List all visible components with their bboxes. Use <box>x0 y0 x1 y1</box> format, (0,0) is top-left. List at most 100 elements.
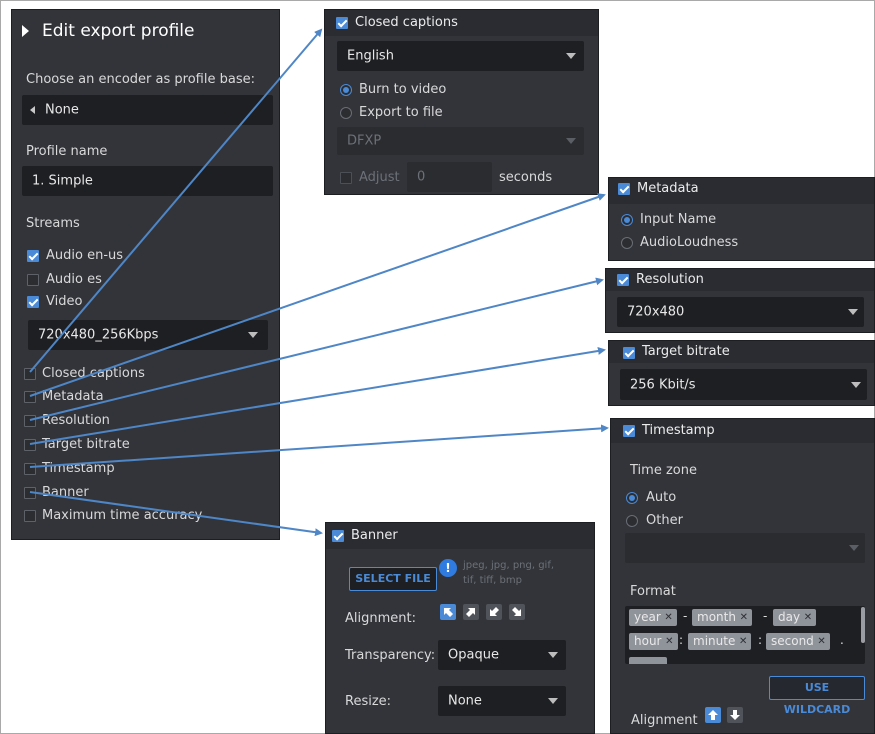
resolution-select[interactable]: 720x480 <box>617 297 864 327</box>
close-icon[interactable]: ✕ <box>739 633 747 650</box>
language-select[interactable]: English <box>337 41 584 71</box>
resolution-enable-checkbox[interactable] <box>617 274 629 286</box>
maximum-time-accuracy-checkbox[interactable] <box>24 510 36 522</box>
resize-select[interactable]: None <box>438 686 566 716</box>
align-top-right-icon[interactable] <box>463 604 479 620</box>
caption-format-select[interactable]: DFXP <box>337 127 584 155</box>
format-token[interactable]: month ✕ <box>692 609 752 626</box>
use-wildcard-button[interactable]: USE WILDCARD <box>769 676 865 716</box>
timestamp-panel: Timestamp Time zone Auto Other Format ye… <box>610 418 875 734</box>
target-bitrate-checkbox[interactable] <box>24 439 36 451</box>
banner-checkbox[interactable] <box>24 487 36 499</box>
metadata-enable-checkbox[interactable] <box>618 183 630 195</box>
format-token-editor[interactable]: year ✕ - month ✕ - day ✕ hour ✕ : minute ✕ : … <box>625 606 865 664</box>
resolution-label: Resolution <box>42 413 110 428</box>
resize-label: Resize: <box>345 694 392 709</box>
close-icon[interactable]: ✕ <box>740 609 748 626</box>
encoder-value: None <box>45 102 79 118</box>
other-timezone-radio[interactable] <box>626 515 638 527</box>
seconds-label: seconds <box>499 170 553 185</box>
encoder-label: Choose an encoder as profile base: <box>26 72 255 87</box>
select-file-button[interactable]: SELECT FILE <box>349 567 437 591</box>
export-to-file-radio[interactable] <box>340 107 352 119</box>
format-token[interactable]: year ✕ <box>629 609 677 626</box>
closed-captions-label: Closed captions <box>42 366 145 381</box>
transparency-select[interactable]: Opaque <box>438 640 566 670</box>
audioloudness-radio[interactable] <box>621 237 633 249</box>
metadata-title: Metadata <box>637 181 699 196</box>
edit-export-profile-panel: Edit export profile Choose an encoder as… <box>11 9 280 540</box>
closed-captions-enable-checkbox[interactable] <box>336 17 348 29</box>
chevron-down-icon <box>566 138 576 144</box>
video-checkbox[interactable] <box>27 296 39 308</box>
align-bottom-left-icon[interactable] <box>486 604 502 620</box>
token-second-text: second <box>771 634 814 648</box>
align-top-left-icon[interactable] <box>440 604 456 620</box>
banner-panel: Banner SELECT FILE ! jpeg, jpg, png, gif… <box>325 522 595 734</box>
file-types-line1: jpeg, jpg, png, gif, <box>463 560 555 571</box>
audio-es-checkbox[interactable] <box>27 274 39 286</box>
timestamp-title: Timestamp <box>642 423 715 438</box>
input-name-radio[interactable] <box>621 214 633 226</box>
chevron-down-icon <box>566 53 576 59</box>
banner-enable-checkbox[interactable] <box>332 530 344 542</box>
timestamp-enable-checkbox[interactable] <box>623 425 635 437</box>
time-zone-label: Time zone <box>630 463 697 478</box>
format-token[interactable]: day ✕ <box>773 609 817 626</box>
timezone-select[interactable] <box>625 533 865 563</box>
metadata-label: Metadata <box>42 389 104 404</box>
burn-to-video-label: Burn to video <box>359 82 447 97</box>
format-label: Format <box>630 584 676 599</box>
encoder-select[interactable]: None <box>22 95 273 125</box>
other-timezone-label: Other <box>646 513 683 528</box>
profile-name-input[interactable]: 1. Simple <box>22 166 273 196</box>
target-bitrate-enable-checkbox[interactable] <box>623 347 635 359</box>
adjust-seconds-input[interactable]: 0 <box>407 162 492 192</box>
auto-timezone-radio[interactable] <box>626 492 638 504</box>
file-types-line2: tif, tiff, bmp <box>463 575 522 586</box>
auto-timezone-label: Auto <box>646 490 677 505</box>
close-icon[interactable]: ✕ <box>665 633 673 650</box>
burn-to-video-radio[interactable] <box>340 84 352 96</box>
align-top-icon[interactable] <box>705 707 721 723</box>
streams-label: Streams <box>26 216 80 231</box>
profile-name-value: 1. Simple <box>32 173 93 189</box>
resolution-checkbox[interactable] <box>24 415 36 427</box>
format-token-partial[interactable] <box>629 657 667 664</box>
closed-captions-checkbox[interactable] <box>24 368 36 380</box>
audio-en-us-label: Audio en-us <box>46 248 124 263</box>
video-label: Video <box>46 294 83 309</box>
audio-en-us-checkbox[interactable] <box>27 250 39 262</box>
token-day-text: day <box>778 610 801 624</box>
chevron-down-icon <box>851 381 861 388</box>
metadata-checkbox[interactable] <box>24 391 36 403</box>
info-mark: ! <box>445 561 451 575</box>
close-icon[interactable]: ✕ <box>804 609 812 626</box>
align-bottom-right-icon[interactable] <box>509 604 525 620</box>
format-token[interactable]: second ✕ <box>766 633 830 650</box>
left-arrow-icon <box>30 106 35 114</box>
align-bottom-icon[interactable] <box>727 707 743 723</box>
input-name-label: Input Name <box>640 212 717 227</box>
target-bitrate-select[interactable]: 256 Kbit/s <box>620 369 867 400</box>
adjust-checkbox[interactable] <box>340 172 352 184</box>
format-token[interactable]: hour ✕ <box>629 633 678 650</box>
separator-colon: : <box>679 633 684 647</box>
timestamp-checkbox[interactable] <box>24 463 36 475</box>
chevron-down-icon <box>848 309 858 315</box>
format-token[interactable]: minute ✕ <box>688 633 752 650</box>
collapse-triangle-icon[interactable] <box>22 25 29 37</box>
close-icon[interactable]: ✕ <box>817 633 825 650</box>
video-preset-select[interactable]: 720x480_256Kbps <box>28 320 268 350</box>
format-scrollbar[interactable] <box>861 607 865 643</box>
token-month-text: month <box>697 610 736 624</box>
closed-captions-title: Closed captions <box>355 15 458 30</box>
profile-name-label: Profile name <box>26 144 108 159</box>
resolution-title: Resolution <box>636 272 704 287</box>
transparency-value: Opaque <box>448 647 499 663</box>
timestamp-label: Timestamp <box>42 461 115 476</box>
separator-dash: - <box>683 609 688 623</box>
separator-dot: . <box>840 633 844 647</box>
close-icon[interactable]: ✕ <box>664 609 672 626</box>
separator-colon: : <box>758 633 763 647</box>
